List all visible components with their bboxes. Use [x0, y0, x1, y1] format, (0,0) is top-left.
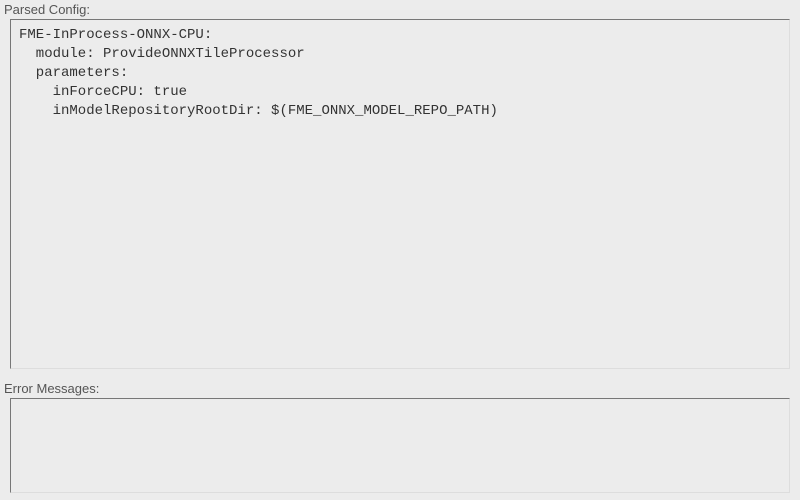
error-messages-box[interactable]	[10, 398, 790, 493]
error-messages-content	[11, 399, 789, 411]
parsed-config-label: Parsed Config:	[0, 0, 800, 19]
parsed-config-section: Parsed Config: FME-InProcess-ONNX-CPU: m…	[0, 0, 800, 369]
error-messages-section: Error Messages:	[0, 379, 800, 493]
parsed-config-box[interactable]: FME-InProcess-ONNX-CPU: module: ProvideO…	[10, 19, 790, 369]
error-messages-label: Error Messages:	[0, 379, 800, 398]
parsed-config-content: FME-InProcess-ONNX-CPU: module: ProvideO…	[11, 20, 789, 126]
